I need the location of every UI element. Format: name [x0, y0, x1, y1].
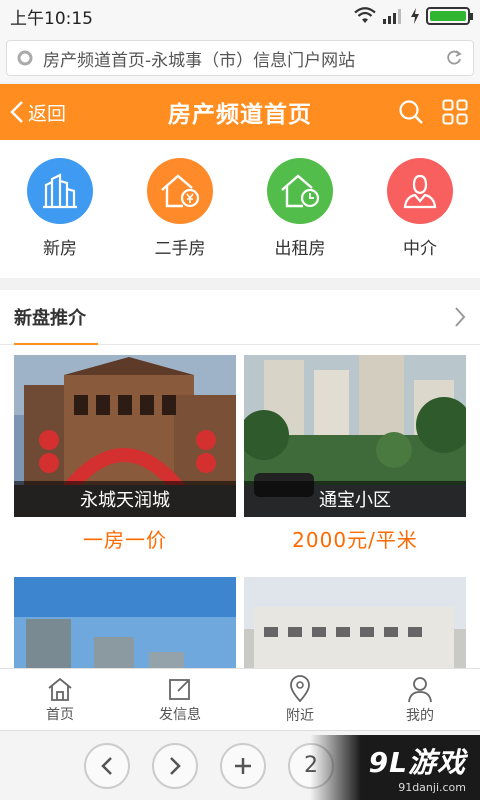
- tab-label: 发信息: [159, 706, 201, 723]
- property-card[interactable]: 通宝小区 2000元/平米: [244, 355, 466, 563]
- category-label: 新房: [43, 239, 77, 259]
- property-card[interactable]: 永城天润城 一房一价: [14, 355, 236, 563]
- charging-icon: [411, 8, 419, 24]
- browser-back-button[interactable]: [84, 742, 130, 789]
- category-rental[interactable]: 出租房: [250, 158, 350, 278]
- watermark-logo: 9L游戏 91danji.com: [310, 735, 480, 800]
- property-photo: 通宝小区: [244, 355, 466, 517]
- property-photo: [244, 577, 466, 670]
- watermark-main: 9L游戏: [368, 746, 466, 779]
- house-yen-icon: [147, 158, 213, 224]
- chevron-left-icon: [10, 101, 23, 123]
- location-icon: [290, 674, 310, 702]
- status-bar: 上午10:15: [0, 0, 480, 32]
- category-new-house[interactable]: 新房: [10, 158, 110, 278]
- agent-icon: [387, 158, 453, 224]
- tab-post[interactable]: 发信息: [120, 669, 240, 730]
- tab-home[interactable]: 首页: [0, 669, 120, 730]
- property-name: 永城天润城: [14, 481, 236, 517]
- plus-icon: [235, 757, 251, 774]
- property-price: 2000元/平米: [292, 528, 418, 552]
- page-header: 返回 房产频道首页: [0, 84, 480, 140]
- tab-mine[interactable]: 我的: [360, 669, 480, 730]
- site-icon: [17, 50, 33, 66]
- tab-label: 首页: [46, 706, 74, 723]
- user-icon: [408, 676, 432, 702]
- property-price: 一房一价: [83, 528, 167, 552]
- watermark-sub: 91danji.com: [398, 781, 466, 794]
- grid-menu-icon[interactable]: [442, 99, 468, 125]
- property-photo: 永城天润城: [14, 355, 236, 517]
- url-text: 房产频道首页-永城事（市）信息门户网站: [43, 50, 356, 71]
- chevron-left-icon: [101, 756, 112, 775]
- status-time: 上午10:15: [10, 8, 93, 29]
- home-icon: [48, 677, 72, 701]
- property-card[interactable]: [14, 577, 236, 670]
- bottom-tab-bar: 首页 发信息 附近 我的: [0, 668, 480, 730]
- category-label: 出租房: [274, 239, 326, 259]
- category-label: 中介: [403, 239, 437, 259]
- refresh-icon[interactable]: [445, 49, 463, 67]
- url-bar: 房产频道首页-永城事（市）信息门户网站: [0, 32, 480, 82]
- browser-forward-button[interactable]: [152, 742, 198, 789]
- property-card[interactable]: [244, 577, 466, 670]
- page-title: 房产频道首页: [168, 102, 312, 128]
- house-clock-icon: [267, 158, 333, 224]
- battery-icon: [426, 7, 473, 25]
- property-photo: [14, 577, 236, 670]
- address-field[interactable]: 房产频道首页-永城事（市）信息门户网站: [6, 40, 474, 76]
- category-second-hand[interactable]: 二手房: [130, 158, 230, 278]
- signal-icon: [383, 9, 401, 24]
- wifi-icon: [354, 7, 376, 23]
- buildings-icon: [27, 158, 93, 224]
- tab-label: 附近: [286, 707, 314, 724]
- chevron-right-icon: [170, 756, 181, 775]
- chevron-right-icon[interactable]: [454, 306, 466, 328]
- new-property-section: 新盘推介 永城天润城 一房一价 通宝小区 2000元/平米: [0, 290, 480, 670]
- property-name: 通宝小区: [244, 481, 466, 517]
- back-button[interactable]: 返回: [0, 99, 110, 126]
- category-label: 二手房: [154, 239, 206, 259]
- section-header[interactable]: 新盘推介: [0, 290, 480, 345]
- new-tab-button[interactable]: [220, 742, 266, 789]
- back-label: 返回: [28, 102, 67, 125]
- search-icon[interactable]: [398, 99, 424, 125]
- edit-icon: [169, 678, 190, 700]
- section-title: 新盘推介: [14, 308, 86, 329]
- tab-nearby[interactable]: 附近: [240, 669, 360, 730]
- category-row: 新房 二手房 出租房 中介: [0, 140, 480, 278]
- category-agent[interactable]: 中介: [370, 158, 470, 278]
- tab-label: 我的: [406, 707, 434, 724]
- status-icons: [354, 7, 473, 25]
